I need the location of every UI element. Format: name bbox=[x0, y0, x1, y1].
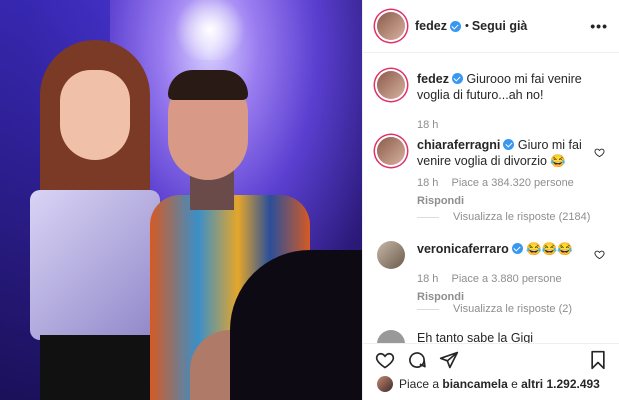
comment-time[interactable]: 18 h bbox=[417, 177, 438, 189]
view-replies-button[interactable]: Visualizza le risposte (2184) bbox=[417, 211, 590, 223]
header-separator: • bbox=[464, 20, 469, 32]
comment-username[interactable]: chiaraferragni bbox=[417, 138, 500, 152]
caption-body: fedez Giurooo mi fai venire voglia di fu… bbox=[417, 71, 597, 133]
verified-badge-icon bbox=[511, 243, 523, 254]
view-replies-button[interactable]: Visualizza le risposte (2) bbox=[417, 303, 572, 315]
comment-likes[interactable]: Piace a 384.320 persone bbox=[451, 177, 573, 189]
likes-others[interactable]: altri 1.292.493 bbox=[521, 377, 600, 391]
comments-list[interactable]: fedez Giurooo mi fai venire voglia di fu… bbox=[363, 53, 619, 343]
avatar[interactable] bbox=[377, 137, 405, 165]
follow-button[interactable]: Segui già bbox=[472, 19, 528, 33]
photo-light bbox=[170, 0, 250, 60]
view-replies-label: Visualizza le risposte (2) bbox=[453, 303, 573, 315]
likes-user[interactable]: biancamela bbox=[442, 377, 507, 391]
likes-middle: e bbox=[511, 377, 518, 391]
instagram-post: fedez • Segui già ••• fedez Giurooo mi f… bbox=[0, 0, 619, 400]
bookmark-icon[interactable] bbox=[588, 350, 608, 370]
post-photo[interactable] bbox=[0, 0, 362, 400]
photo-person-left-legs bbox=[40, 335, 160, 400]
avatar[interactable] bbox=[377, 376, 393, 392]
author-username[interactable]: fedez bbox=[415, 19, 447, 33]
share-icon[interactable] bbox=[439, 350, 459, 370]
verified-badge-icon bbox=[451, 73, 463, 84]
replies-divider bbox=[417, 216, 439, 218]
comment-emoji: 😂😂😂 bbox=[526, 242, 573, 256]
heart-icon[interactable] bbox=[375, 350, 395, 370]
heart-icon[interactable] bbox=[594, 249, 605, 260]
likes-prefix: Piace a bbox=[399, 377, 440, 391]
reply-button[interactable]: Rispondi bbox=[417, 195, 464, 207]
caption-username[interactable]: fedez bbox=[417, 72, 449, 86]
list-item: veronicaferraro 😂😂😂 18 h Piace a 3.880 p… bbox=[377, 241, 607, 303]
likes-summary: Piace a biancamela e altri 1.292.493 bbox=[377, 376, 600, 392]
avatar[interactable] bbox=[377, 71, 405, 99]
reply-button[interactable]: Rispondi bbox=[417, 291, 464, 303]
caption-time[interactable]: 18 h bbox=[417, 119, 438, 131]
heart-icon[interactable] bbox=[594, 147, 605, 158]
post-sidebar: fedez • Segui già ••• fedez Giurooo mi f… bbox=[362, 0, 619, 400]
view-replies-label: Visualizza le risposte (2184) bbox=[453, 211, 591, 223]
comment-text: Eh tanto sabe la Gigi bbox=[417, 331, 534, 343]
comment-likes[interactable]: Piace a 3.880 persone bbox=[451, 273, 561, 285]
comment-body: veronicaferraro 😂😂😂 18 h Piace a 3.880 p… bbox=[417, 241, 597, 305]
comment-time[interactable]: 18 h bbox=[417, 273, 438, 285]
photo-person-left-top bbox=[30, 190, 160, 340]
comment-username[interactable]: veronicaferraro bbox=[417, 242, 509, 256]
replies-divider bbox=[417, 308, 439, 310]
verified-badge-icon bbox=[503, 139, 515, 150]
photo-person-left-face bbox=[60, 70, 130, 160]
more-options-icon[interactable]: ••• bbox=[590, 18, 608, 34]
post-header: fedez • Segui già ••• bbox=[363, 0, 619, 53]
action-bar bbox=[363, 343, 619, 374]
comment-icon[interactable] bbox=[407, 350, 427, 370]
caption: fedez Giurooo mi fai venire voglia di fu… bbox=[377, 71, 607, 141]
avatar[interactable] bbox=[377, 330, 405, 343]
comment-emoji: 😂 bbox=[550, 154, 566, 168]
list-item: chiaraferragni Giuro mi fai venire vogli… bbox=[377, 137, 607, 207]
comment-body: chiaraferragni Giuro mi fai venire vogli… bbox=[417, 137, 597, 209]
comment-body: Eh tanto sabe la Gigi bbox=[417, 330, 597, 343]
list-item: Eh tanto sabe la Gigi bbox=[377, 330, 607, 343]
avatar[interactable] bbox=[377, 241, 405, 269]
photo-person-center-hair bbox=[168, 70, 248, 100]
verified-badge-icon bbox=[449, 20, 461, 32]
avatar[interactable] bbox=[377, 12, 405, 40]
